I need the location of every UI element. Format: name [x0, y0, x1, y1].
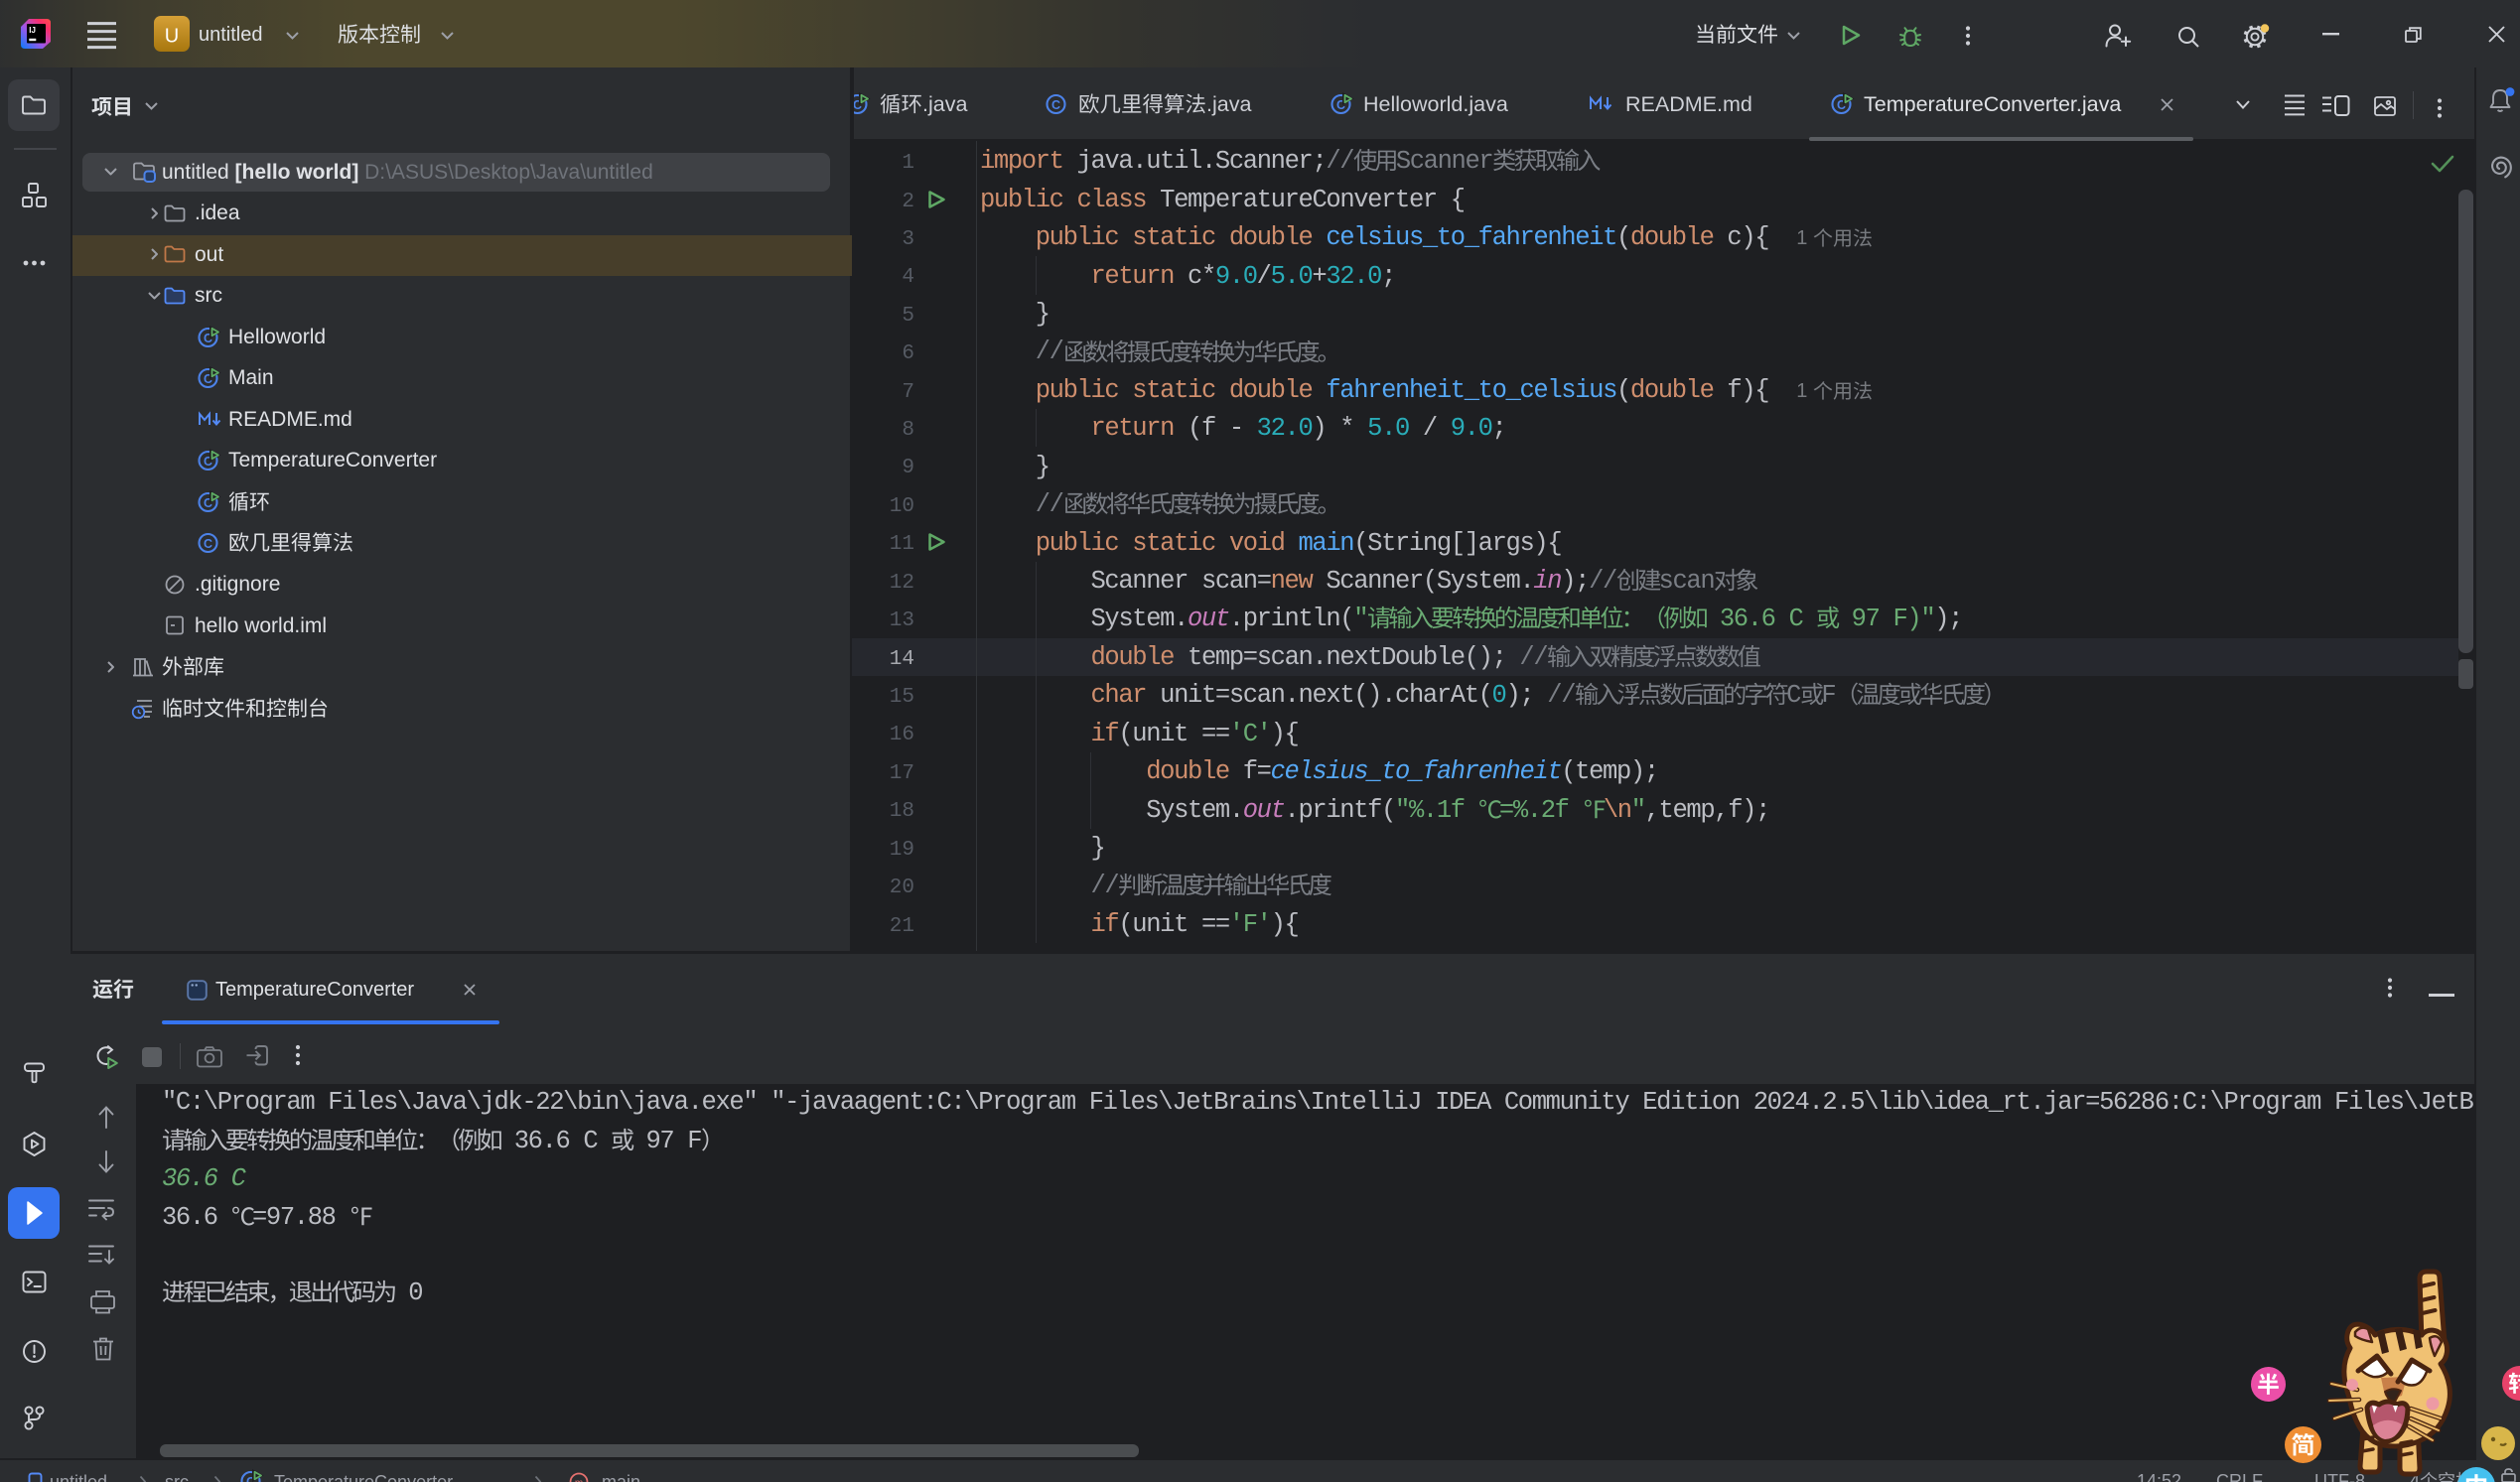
svg-text:m: m [575, 1478, 583, 1482]
svg-text:IJ: IJ [29, 26, 36, 35]
svg-text:U: U [165, 26, 179, 48]
svg-text:C: C [1051, 98, 1060, 112]
svg-text:C: C [204, 537, 212, 551]
